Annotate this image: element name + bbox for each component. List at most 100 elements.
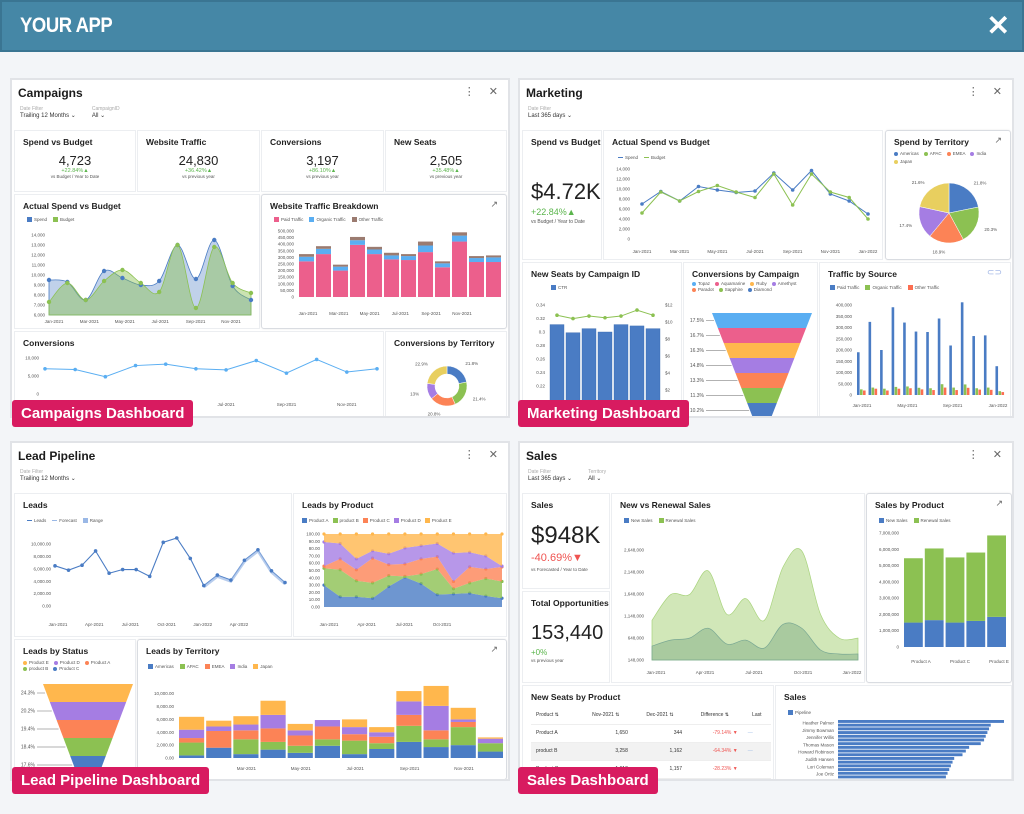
table-row[interactable]: product B 3,258 1,162 -64.34% ▼ — xyxy=(531,742,771,761)
apac-bar xyxy=(287,745,313,753)
spend-point xyxy=(193,276,199,282)
widget-leads-by-territory[interactable]: Leads by Territory ↗ Americas APAC EMEA Ind… xyxy=(137,639,507,779)
more-options-icon[interactable]: ⋮ xyxy=(464,85,475,98)
widget-spend-by-territory[interactable]: Spend by Territory ↗ Americas APAC EMEA Ind… xyxy=(885,130,1011,260)
funnel-label: 14.8% xyxy=(690,363,705,369)
marketing-dashboard-link[interactable]: Marketing Dashboard xyxy=(518,400,690,427)
sales-dashboard-card[interactable]: Sales ⋮ ✕ Date Filter Last 365 days ⌄ Terr… xyxy=(518,441,1014,781)
widget-conversions-by-campaign[interactable]: Conversions by Campaign Topaz Aquamarine R… xyxy=(683,262,818,416)
more-options-icon[interactable]: ⋮ xyxy=(968,448,979,461)
x-tick-label: Oct-2021 xyxy=(157,622,176,627)
pipeline-bar xyxy=(838,779,943,781)
kpi-conversions: Conversions 3,197 +86.10%▲ vs previous yea… xyxy=(261,130,384,192)
territory-filter[interactable]: Territory All ⌄ xyxy=(588,469,606,482)
renewal-sales-bar xyxy=(904,558,923,623)
expand-icon[interactable]: ↗ xyxy=(995,498,1003,509)
y-tick-label: 2,648,000 xyxy=(624,548,645,553)
dashboard-title: Lead Pipeline xyxy=(18,449,96,463)
legend-item: Product A xyxy=(84,660,110,665)
legend-item: product B xyxy=(332,518,359,523)
close-icon[interactable]: ✕ xyxy=(489,448,498,461)
y-tick-label: 10,000 xyxy=(31,273,45,278)
date-filter[interactable]: Date Filter Last 365 days ⌄ xyxy=(528,469,572,482)
value-point xyxy=(587,314,591,318)
budget-point xyxy=(866,217,870,221)
campaigns-dashboard-card[interactable]: Campaigns ⋮ ✕ Date Filter Trailing 12 Mont… xyxy=(10,78,510,418)
other-bar xyxy=(886,390,889,395)
close-icon[interactable]: ✕ xyxy=(489,85,498,98)
value-point xyxy=(651,313,655,317)
apac-bar xyxy=(314,739,340,746)
date-filter[interactable]: Date Filter Trailing 12 Months ⌄ xyxy=(20,469,76,482)
widget-actual-spend-vs-budget[interactable]: Actual Spend vs Budget Spend Budget 14,00… xyxy=(603,130,883,260)
paid-bar xyxy=(995,366,999,395)
y-tick-label: 13,000 xyxy=(31,243,45,248)
widget-sales-pipeline[interactable]: Sales Pipeline Heather Palmer Jimmy Bowma… xyxy=(775,685,1012,781)
more-options-icon[interactable]: ⋮ xyxy=(464,448,475,461)
pipeline-bar xyxy=(838,742,981,746)
widget-sales-by-product[interactable]: Sales by Product ↗ New Sales Renewal Sale… xyxy=(866,493,1012,683)
widget-leads-by-status[interactable]: Leads by Status Product E Product D Produc… xyxy=(14,639,136,779)
lead-pipeline-dashboard-card[interactable]: Lead Pipeline ⋮ ✕ Date Filter Trailing 12 … xyxy=(10,441,510,781)
widget-traffic-by-source[interactable]: Traffic by Source ⊂⊃ Paid Traffic Organic… xyxy=(819,262,1011,416)
date-filter[interactable]: Date Filter Last 365 days ⌄ xyxy=(528,106,572,119)
sales-dashboard-link[interactable]: Sales Dashboard xyxy=(518,767,658,794)
close-icon[interactable]: ✕ xyxy=(987,12,1010,40)
x-tick-label: Nov-2021 xyxy=(452,311,472,316)
budget-point xyxy=(809,172,814,176)
close-icon[interactable]: ✕ xyxy=(993,85,1002,98)
y-tick-label: 10,000.00 xyxy=(31,542,52,547)
column-header[interactable]: Nov-2021 ⇅ xyxy=(578,706,633,725)
widget-leads[interactable]: Leads Leads Forecast Range 10,000.00 8,000.… xyxy=(14,493,292,637)
legend-item: Product C xyxy=(53,666,79,671)
widget-actual-spend-vs-budget[interactable]: Actual Spend vs Budget Spend Budget 14,00… xyxy=(14,194,260,329)
renewal-sales-bar xyxy=(987,535,1006,617)
y-tick-label: 14,000 xyxy=(616,167,630,172)
organic-bar xyxy=(963,384,967,395)
widget-website-traffic-breakdown[interactable]: Website Traffic Breakdown ↗ Paid Traffic… xyxy=(261,194,507,329)
table-cell: Product A xyxy=(531,724,579,743)
pipeline-bar xyxy=(838,760,953,764)
legend-item: India xyxy=(230,664,247,669)
y-tick-label: 4,000 xyxy=(619,217,631,222)
column-header[interactable]: Difference ⇅ xyxy=(687,706,743,725)
conversions-point xyxy=(133,363,138,368)
date-filter[interactable]: Date Filter Trailing 12 Months ⌄ xyxy=(20,106,76,119)
other-bar xyxy=(299,254,314,257)
expand-icon[interactable]: ↗ xyxy=(490,199,498,210)
x-tick-label: Jan-2022 xyxy=(859,249,878,254)
pipeline-bar xyxy=(838,749,966,753)
organic-bar xyxy=(940,384,944,395)
close-icon[interactable]: ✕ xyxy=(993,448,1002,461)
column-header[interactable]: Product ⇅ xyxy=(531,706,579,725)
lead-pipeline-dashboard-link[interactable]: Lead Pipeline Dashboard xyxy=(12,767,210,794)
column-header[interactable]: Last xyxy=(742,706,771,725)
table-row[interactable]: Product A 1,650 344 -79.14% ▼ — xyxy=(531,724,771,743)
y-tick-label: 8,000.00 xyxy=(33,554,51,559)
column-header[interactable]: Dec-2021 ⇅ xyxy=(632,706,688,725)
more-options-icon[interactable]: ⋮ xyxy=(968,85,979,98)
legend-item: product B xyxy=(23,666,48,671)
y-tick-label: 1,000,000 xyxy=(879,628,900,633)
expand-icon[interactable]: ↗ xyxy=(490,644,498,655)
y-tick-label: 2,000.00 xyxy=(156,743,174,748)
pipeline-bar xyxy=(838,720,1004,723)
widget-conversions-by-territory[interactable]: Conversions by Territory 21.8% 21.4% 20.8%… xyxy=(385,331,507,416)
other-bar xyxy=(874,388,878,395)
x-tick-label: Oct-2021 xyxy=(433,622,452,627)
campaigns-dashboard-link[interactable]: Campaigns Dashboard xyxy=(12,400,194,427)
marketing-dashboard-card[interactable]: Marketing ⋮ ✕ Date Filter Last 365 days ⌄ … xyxy=(518,78,1014,418)
widget-leads-by-product[interactable]: Leads by Product Product Aproduct B Produ… xyxy=(293,493,507,637)
y-tick-label: 0.34 xyxy=(536,303,545,308)
y-tick-label: 250,000 xyxy=(836,336,853,341)
link-icon[interactable]: ⊂⊃ xyxy=(987,267,1002,278)
widget-new-seats-by-campaign[interactable]: New Seats by Campaign ID CTR 0.34 0.32 0.3… xyxy=(522,262,682,416)
y-tick-label: 500,000 xyxy=(278,229,295,234)
campaign-id-filter[interactable]: CampaignID All ⌄ xyxy=(92,106,120,119)
americas-bar xyxy=(450,745,476,758)
x-tick-label: May-2021 xyxy=(897,403,918,408)
x-tick-label: Jan-2022 xyxy=(193,622,212,627)
y2-tick-label: $2 xyxy=(665,388,671,393)
expand-icon[interactable]: ↗ xyxy=(994,135,1002,146)
widget-new-vs-renewal-sales[interactable]: New vs Renewal Sales New Sales Renewal Sa… xyxy=(611,493,865,683)
